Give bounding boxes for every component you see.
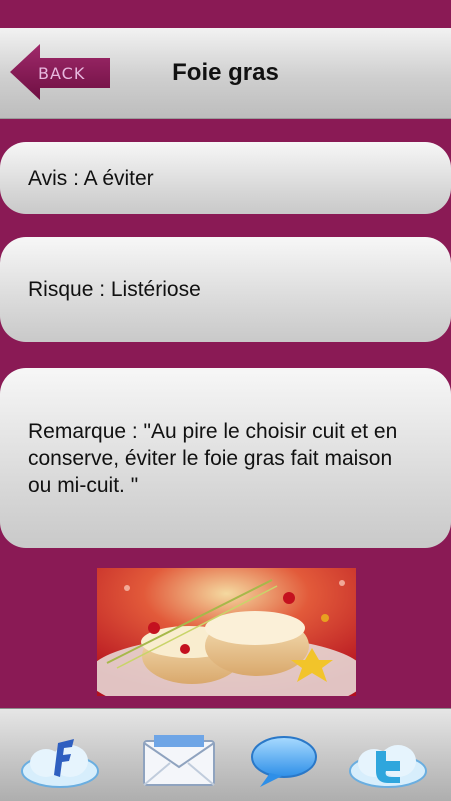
- email-share-button[interactable]: [138, 731, 222, 791]
- facebook-cloud-icon: [21, 739, 99, 788]
- envelope-icon: [143, 735, 215, 786]
- risque-text: Risque : Listériose: [28, 278, 201, 301]
- share-toolbar: [0, 708, 451, 801]
- navigation-bar: BACK Foie gras: [0, 28, 451, 119]
- message-share-button[interactable]: [246, 731, 330, 791]
- remarque-text: Remarque : "Au pire le choisir cuit et e…: [28, 419, 398, 497]
- remarque-card: Remarque : "Au pire le choisir cuit et e…: [0, 368, 451, 548]
- page-title: Foie gras: [172, 59, 279, 86]
- facebook-share-button[interactable]: [18, 731, 102, 791]
- avis-text: Avis : A éviter: [28, 166, 154, 190]
- status-bar: [0, 0, 451, 28]
- twitter-share-button[interactable]: [346, 731, 430, 791]
- twitter-cloud-icon: [349, 745, 427, 788]
- avis-card: Avis : A éviter: [0, 142, 451, 214]
- risque-card: Risque : Listériose: [0, 237, 451, 342]
- speech-bubble-icon: [251, 736, 317, 787]
- foie-gras-photo: [97, 568, 356, 696]
